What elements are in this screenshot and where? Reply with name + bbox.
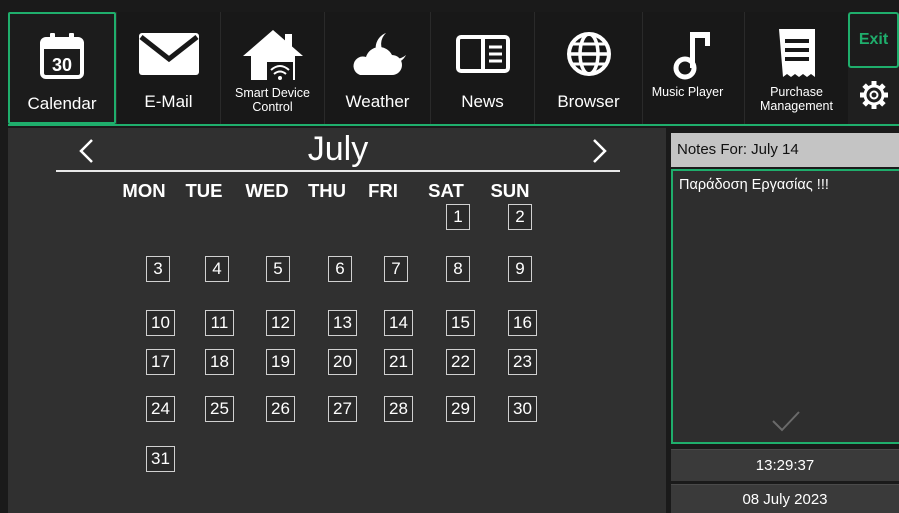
- weekday-label-tue: TUE: [185, 180, 223, 201]
- calendar-day-16[interactable]: 16: [508, 310, 537, 336]
- clock-date: 08 July 2023: [671, 484, 899, 513]
- settings-button[interactable]: [852, 72, 896, 118]
- gear-icon: [860, 81, 888, 109]
- weather-app-label: Weather: [345, 92, 410, 111]
- weekday-label-wed: WED: [245, 180, 289, 201]
- weather-app-button[interactable]: Weather: [324, 12, 430, 124]
- calendar-day-30[interactable]: 30: [508, 396, 537, 422]
- calendar-day-2[interactable]: 2: [508, 204, 532, 230]
- checkmark-icon: [772, 411, 800, 432]
- calendar-day-5[interactable]: 5: [266, 256, 290, 282]
- email-app-button[interactable]: E-Mail: [116, 12, 220, 124]
- calendar-day-10[interactable]: 10: [146, 310, 175, 336]
- calendar-day-21[interactable]: 21: [384, 349, 413, 375]
- purchase-management-button[interactable]: Purchase Management: [744, 12, 848, 124]
- save-note-button[interactable]: [771, 409, 801, 438]
- calendar-day-19[interactable]: 19: [266, 349, 295, 375]
- music-player-label: Music Player: [651, 85, 724, 99]
- app-toolbar: 30 Calendar E-Mail Smart Device Control: [8, 12, 899, 126]
- calendar-day-6[interactable]: 6: [328, 256, 352, 282]
- purchase-management-label: Purchase Management: [760, 85, 833, 113]
- calendar-day-27[interactable]: 27: [328, 396, 357, 422]
- calendar-day-7[interactable]: 7: [384, 256, 408, 282]
- next-month-button[interactable]: [584, 136, 614, 166]
- notes-editor[interactable]: Παράδοση Εργασίας !!!: [671, 169, 899, 444]
- weekday-label-fri: FRI: [368, 180, 398, 201]
- smart-device-control-label: Smart Device Control: [234, 86, 311, 114]
- calendar-app-button[interactable]: 30 Calendar: [8, 12, 116, 124]
- calendar-day-14[interactable]: 14: [384, 310, 413, 336]
- calendar-day-31[interactable]: 31: [146, 446, 175, 472]
- music-note-icon: [673, 32, 710, 80]
- music-player-button[interactable]: Music Player: [642, 12, 744, 124]
- exit-button[interactable]: Exit: [848, 12, 899, 68]
- globe-icon: [566, 32, 611, 76]
- notes-text[interactable]: Παράδοση Εργασίας !!!: [679, 177, 829, 193]
- calendar-day-12[interactable]: 12: [266, 310, 295, 336]
- calendar-day-1[interactable]: 1: [446, 204, 470, 230]
- calendar-panel: July MON TUE WED THU FRI SAT SUN 1 2 3 4 5 6 7 8 9 10 11…: [8, 128, 666, 513]
- news-icon: [455, 35, 510, 73]
- notes-header: Notes For: July 14: [671, 133, 899, 167]
- calendar-day-24[interactable]: 24: [146, 396, 175, 422]
- previous-month-button[interactable]: [72, 136, 102, 166]
- calendar-day-28[interactable]: 28: [384, 396, 413, 422]
- calendar-day-13[interactable]: 13: [328, 310, 357, 336]
- clock-time: 13:29:37: [671, 449, 899, 482]
- envelope-icon: [138, 33, 199, 75]
- svg-text:30: 30: [52, 55, 72, 75]
- smart-device-control-button[interactable]: Smart Device Control: [220, 12, 324, 124]
- email-app-label: E-Mail: [144, 92, 193, 111]
- browser-app-button[interactable]: Browser: [534, 12, 642, 124]
- news-app-label: News: [461, 92, 504, 111]
- weekday-label-mon: MON: [122, 180, 166, 201]
- calendar-day-22[interactable]: 22: [446, 349, 475, 375]
- weekday-label-sun: SUN: [490, 180, 530, 201]
- calendar-day-17[interactable]: 17: [146, 349, 175, 375]
- chevron-right-icon: [593, 139, 607, 163]
- calendar-icon: 30: [40, 33, 84, 79]
- weekday-label-sat: SAT: [428, 180, 464, 201]
- month-title: July: [307, 130, 369, 168]
- month-header: July: [56, 128, 620, 172]
- calendar-day-25[interactable]: 25: [205, 396, 234, 422]
- chevron-left-icon: [79, 139, 93, 163]
- calendar-day-11[interactable]: 11: [205, 310, 234, 336]
- calendar-day-20[interactable]: 20: [328, 349, 357, 375]
- calendar-day-15[interactable]: 15: [446, 310, 475, 336]
- calendar-day-3[interactable]: 3: [146, 256, 170, 282]
- calendar-day-8[interactable]: 8: [446, 256, 470, 282]
- browser-app-label: Browser: [557, 92, 620, 111]
- calendar-day-29[interactable]: 29: [446, 396, 475, 422]
- calendar-app-label: Calendar: [27, 94, 97, 113]
- calendar-day-23[interactable]: 23: [508, 349, 537, 375]
- weekday-label-thu: THU: [307, 180, 347, 201]
- calendar-day-9[interactable]: 9: [508, 256, 532, 282]
- receipt-icon: [778, 29, 815, 77]
- smart-home-icon: [242, 30, 303, 80]
- calendar-day-18[interactable]: 18: [205, 349, 234, 375]
- news-app-button[interactable]: News: [430, 12, 534, 124]
- calendar-day-4[interactable]: 4: [205, 256, 229, 282]
- cloud-moon-icon: [353, 33, 406, 75]
- calendar-day-26[interactable]: 26: [266, 396, 295, 422]
